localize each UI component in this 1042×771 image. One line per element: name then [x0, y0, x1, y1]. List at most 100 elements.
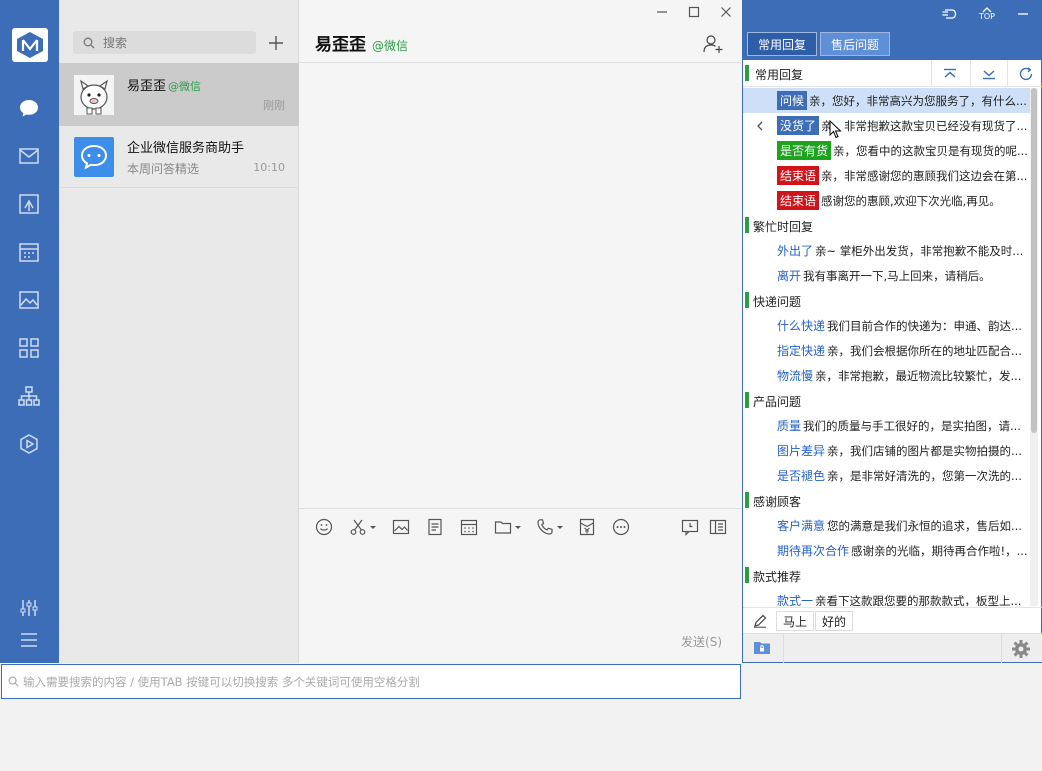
divider — [1001, 634, 1002, 663]
quick-phrase-chip[interactable]: 马上 — [776, 611, 815, 631]
message-history-icon — [681, 519, 699, 536]
chat-panel: 易歪歪 @微信 发送(S) — [299, 0, 742, 663]
more-button[interactable] — [612, 517, 630, 537]
scroll-thumb[interactable] — [1031, 88, 1037, 433]
category-marker — [745, 292, 749, 308]
category-header[interactable]: 快递问题 — [743, 288, 1030, 313]
reply-keyword: 是否褪色 — [777, 469, 826, 483]
conversation-time: 刚刚 — [263, 99, 285, 112]
gear-icon[interactable] — [1011, 639, 1031, 659]
send-button[interactable]: 发送(S) — [681, 633, 722, 650]
reply-text: 亲，您看中的这款宝贝是有现货的呢... — [833, 144, 1028, 158]
conversation-search[interactable]: 搜索 — [73, 31, 256, 54]
category-header[interactable]: 款式推荐 — [743, 563, 1030, 588]
mail-icon[interactable] — [16, 143, 42, 169]
reply-keyword: 质量 — [777, 419, 802, 433]
quick-reply-header-label: 常用回复 — [755, 68, 804, 82]
quick-reply-item[interactable]: 离开 我有事离开一下,马上回来，请稍后。 — [743, 263, 1030, 288]
quick-reply-item[interactable]: 图片差异 亲，我们店铺的图片都是实物拍摄的... — [743, 438, 1030, 463]
quick-reply-item[interactable]: 期待再次合作 感谢亲的光临，期待再合作啦!，... — [743, 538, 1030, 563]
tab-common-replies[interactable]: 常用回复 — [747, 32, 817, 56]
quick-reply-item[interactable]: 是否褪色 亲，是非常好清洗的，您第一次洗的... — [743, 463, 1030, 488]
quick-reply-item[interactable]: 物流慢 亲，非常抱歉，最近物流比较繁忙，发... — [743, 363, 1030, 388]
message-area[interactable] — [299, 63, 742, 508]
collapse-arrow-button[interactable] — [751, 117, 769, 135]
category-header[interactable]: 繁忙时回复 — [743, 213, 1030, 238]
conversation-item[interactable]: 企业微信服务商助手 本周问答精选 10:10 — [59, 125, 299, 188]
category-header[interactable]: 产品问题 — [743, 388, 1030, 413]
document-button[interactable] — [426, 517, 444, 537]
quick-reply-item[interactable]: 外出了 亲~ 掌柜外出发货，非常抱歉不能及时... — [743, 238, 1030, 263]
add-button[interactable] — [264, 31, 288, 55]
settings-sliders-icon[interactable] — [16, 595, 42, 621]
red-packet-icon — [579, 518, 595, 536]
reply-text: 感谢您的惠顾,欢迎下次光临,再见。 — [821, 194, 1001, 208]
image-icon — [392, 519, 410, 535]
tab-after-sales[interactable]: 售后问题 — [820, 32, 890, 56]
folder-lock-icon[interactable] — [753, 640, 771, 656]
reply-text: 亲，我们店铺的图片都是实物拍摄的... — [827, 444, 1022, 458]
maximize-window-button[interactable] — [684, 4, 704, 20]
reply-keyword: 外出了 — [777, 244, 814, 258]
share-icon[interactable] — [16, 191, 42, 217]
reply-keyword: 离开 — [777, 269, 802, 283]
side-panel-button[interactable] — [709, 517, 727, 537]
reply-keyword: 指定快递 — [777, 344, 826, 358]
reply-keyword: 什么快递 — [777, 319, 826, 333]
minimize-window-button[interactable] — [652, 4, 672, 20]
quick-reply-item[interactable]: 质量 我们的质量与手工很好的，是实拍图，请... — [743, 413, 1030, 438]
chat-title: 易歪歪 @微信 — [315, 35, 409, 55]
photo-icon[interactable] — [16, 287, 42, 313]
quick-reply-item[interactable]: 客户满意 您的满意是我们永恒的追求，售后如... — [743, 513, 1030, 538]
screenshot-button[interactable] — [349, 517, 377, 537]
quick-search-placeholder: 输入需要搜索的内容 / 使用TAB 按键可以切换搜索 多个关键词可使用空格分割 — [23, 674, 420, 689]
category-marker — [745, 217, 749, 233]
edit-button[interactable] — [751, 612, 769, 630]
emoji-button[interactable] — [315, 517, 333, 537]
image-button[interactable] — [392, 517, 410, 537]
quick-search-bar[interactable]: 输入需要搜索的内容 / 使用TAB 按键可以切换搜索 多个关键词可使用空格分割 — [1, 664, 741, 699]
scroll-bottom-button[interactable] — [970, 60, 1006, 87]
scroll-top-button[interactable] — [931, 60, 967, 87]
quick-reply-item[interactable]: 结束语 亲，非常感谢您的惠顾我们这边会在第... — [743, 163, 1030, 188]
quick-reply-item[interactable]: 没货了 亲，非常抱歉这款宝贝已经没有现货了... — [743, 113, 1030, 138]
quick-reply-titlebar: TOP — [743, 0, 1042, 28]
minimize-icon[interactable] — [1015, 6, 1031, 22]
org-chart-icon[interactable] — [16, 383, 42, 409]
reply-keyword: 结束语 — [777, 191, 820, 210]
close-window-button[interactable] — [716, 4, 736, 20]
more-icon — [612, 518, 630, 536]
chat-icon[interactable] — [16, 95, 42, 121]
reply-keyword: 没货了 — [777, 116, 820, 135]
quick-reply-item[interactable]: 什么快递 我们目前合作的快递为：申通、韵达... — [743, 313, 1030, 338]
undo-icon[interactable] — [939, 6, 959, 22]
quick-reply-scrollbar[interactable] — [1030, 88, 1038, 606]
refresh-button[interactable] — [1007, 60, 1042, 87]
conversation-item[interactable]: 易歪歪 @微信 刚刚 — [59, 63, 299, 126]
calendar-icon[interactable] — [16, 239, 42, 265]
chat-title-suffix: @微信 — [372, 39, 409, 53]
quick-reply-footer — [743, 633, 1042, 663]
chat-history-button[interactable] — [681, 517, 699, 537]
menu-icon[interactable] — [16, 627, 42, 653]
quick-reply-item[interactable]: 款式一 亲看下这款跟您要的那款款式，板型上... — [743, 588, 1030, 606]
schedule-button[interactable] — [460, 517, 478, 537]
hexagon-play-icon[interactable] — [16, 431, 42, 457]
add-member-button[interactable] — [702, 33, 726, 55]
message-input[interactable] — [299, 540, 742, 630]
apps-icon[interactable] — [16, 335, 42, 361]
category-header[interactable]: 感谢顾客 — [743, 488, 1030, 513]
quick-phrase-chip[interactable]: 好的 — [815, 611, 854, 631]
reply-text: 亲，非常抱歉这款宝贝已经没有现货了... — [821, 119, 1028, 133]
quick-reply-item[interactable]: 结束语 感谢您的惠顾,欢迎下次光临,再见。 — [743, 188, 1030, 213]
quick-reply-item[interactable]: 是否有货 亲，您看中的这款宝贝是有现货的呢... — [743, 138, 1030, 163]
quick-reply-item[interactable]: 问候 亲，您好，非常高兴为您服务了，有什么... — [743, 88, 1030, 113]
top-icon[interactable]: TOP — [977, 6, 997, 22]
quick-reply-item[interactable]: 指定快递 亲，我们会根据你所在的地址匹配合... — [743, 338, 1030, 363]
folder-button[interactable] — [494, 517, 522, 537]
payment-button[interactable] — [578, 517, 596, 537]
call-button[interactable] — [536, 517, 564, 537]
reply-text: 我有事离开一下,马上回来，请稍后。 — [803, 269, 991, 283]
double-up-icon — [943, 68, 956, 78]
category-marker — [745, 492, 749, 508]
